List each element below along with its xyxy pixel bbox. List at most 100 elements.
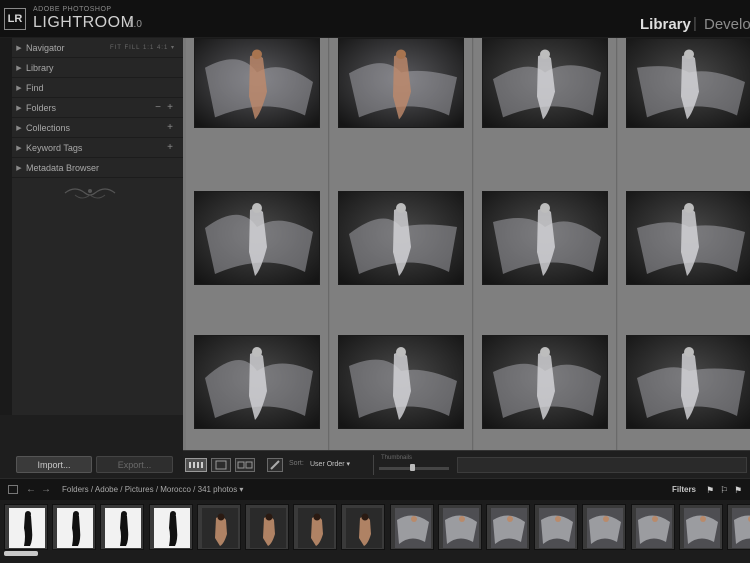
panel-label: Folders [26, 102, 57, 113]
panel-metadata-browser[interactable]: ▶ Metadata Browser [12, 158, 183, 178]
photo-thumbnail[interactable] [338, 38, 464, 128]
filmstrip-thumbnail[interactable] [437, 504, 482, 550]
filmstrip-thumbnail[interactable] [293, 504, 338, 550]
filmstrip-thumbnail[interactable] [534, 504, 579, 550]
photo-thumbnail[interactable] [194, 38, 320, 128]
filmstrip-thumbnail[interactable] [100, 504, 145, 550]
filmstrip-thumbnail[interactable] [630, 504, 675, 550]
filmstrip-thumbnail[interactable] [52, 504, 97, 550]
expand-triangle-icon: ▶ [16, 64, 22, 72]
grid-cell[interactable] [474, 167, 617, 312]
module-develop-tab[interactable]: Develo [704, 16, 750, 33]
grid-cell[interactable] [186, 38, 329, 168]
filmstrip-header: ← → Folders / Adobe / Pictures / Morocco… [0, 478, 750, 500]
left-panel-edge[interactable] [0, 38, 12, 478]
expand-triangle-icon: ▶ [16, 164, 22, 172]
import-button[interactable]: Import... [16, 456, 92, 473]
filmstrip-thumbnail[interactable] [727, 504, 750, 550]
filmstrip-thumbnail[interactable] [486, 504, 530, 550]
thumbnails-label: Thumbnails [381, 455, 413, 461]
grid-cell[interactable] [186, 167, 329, 312]
filmstrip-thumbnail[interactable] [245, 504, 289, 550]
filmstrip-thumbnail[interactable] [582, 504, 627, 550]
filmstrip-image [153, 508, 190, 548]
filmstrip-scrollbar[interactable] [4, 551, 38, 556]
add-folder-button[interactable]: + [167, 102, 173, 113]
filters-label[interactable]: Filters [672, 485, 696, 494]
filmstrip-thumbnail[interactable] [148, 504, 193, 550]
export-button[interactable]: Export... [96, 456, 173, 473]
loupe-view-icon[interactable] [211, 458, 231, 472]
grid-cell[interactable] [330, 311, 473, 450]
panel-label: Navigator [26, 42, 65, 53]
module-library-tab[interactable]: Library [640, 16, 691, 33]
panel-navigator[interactable]: ▶ Navigator FIT FILL 1:1 4:1 ▾ [12, 38, 183, 58]
panel-end-ornament-icon [64, 188, 116, 199]
version-label: 1.0 [128, 19, 142, 30]
flag-filter-icon[interactable]: ⚑ [706, 485, 714, 496]
grid-cell[interactable] [618, 167, 750, 312]
grid-view-icon[interactable] [185, 458, 207, 472]
expand-triangle-icon: ▶ [16, 144, 22, 152]
forward-arrow-icon[interactable]: → [41, 484, 51, 495]
panel-list: ▶ Navigator FIT FILL 1:1 4:1 ▾ ▶ Library… [12, 38, 183, 178]
expand-triangle-icon: ▶ [16, 104, 22, 112]
panel-find[interactable]: ▶ Find [12, 78, 183, 98]
grid-cell[interactable] [618, 38, 750, 168]
filmstrip-thumbnail[interactable] [341, 504, 386, 550]
filmstrip-image [442, 508, 479, 548]
filmstrip-thumbnail[interactable] [678, 504, 723, 550]
grid-cell[interactable] [474, 38, 617, 168]
compare-view-icon[interactable] [235, 458, 255, 472]
sort-order-select[interactable]: User Order ▾ [310, 460, 350, 468]
grid-cell[interactable] [330, 38, 473, 168]
add-keyword-button[interactable]: + [167, 142, 173, 153]
grid-cell[interactable] [330, 167, 473, 312]
filmstrip-thumbnail[interactable] [4, 504, 48, 550]
filmstrip-image [587, 508, 624, 548]
navigator-zoom-options[interactable]: FIT FILL 1:1 4:1 ▾ [110, 44, 175, 51]
filmstrip-image [635, 508, 672, 548]
photo-thumbnail[interactable] [626, 38, 750, 128]
grid-cell[interactable] [618, 311, 750, 450]
brand-title: LIGHTROOM [33, 14, 135, 31]
toolbar-divider [373, 455, 374, 475]
photo-thumbnail[interactable] [482, 191, 608, 285]
grid-cell[interactable] [474, 311, 617, 450]
thumbnail-size-slider-knob[interactable] [410, 464, 416, 471]
filmstrip-image [539, 508, 576, 548]
filmstrip-thumbnail[interactable] [196, 504, 241, 550]
expand-triangle-icon: ▶ [16, 84, 22, 92]
photo-thumbnail[interactable] [338, 191, 464, 285]
grid-toggle-icon[interactable] [8, 485, 18, 494]
source-path-breadcrumb[interactable]: Folders / Adobe / Pictures / Morocco / 3… [62, 485, 243, 494]
panel-folders[interactable]: ▶ Folders − + [12, 98, 183, 118]
photo-thumbnail[interactable] [482, 38, 608, 128]
sort-label: Sort: [289, 460, 304, 467]
filmstrip-image [298, 508, 335, 548]
panel-label: Metadata Browser [26, 162, 100, 173]
module-separator: | [693, 15, 697, 32]
filmstrip-image [491, 508, 527, 548]
flag-filter-icon[interactable]: ⚑ [734, 485, 742, 496]
photo-thumbnail[interactable] [626, 335, 750, 429]
minus-icon[interactable]: − [155, 102, 161, 113]
filmstrip-thumbnail[interactable] [389, 504, 434, 550]
grid-cell[interactable] [186, 311, 329, 450]
photo-thumbnail[interactable] [482, 335, 608, 429]
filmstrip-image [105, 508, 142, 548]
panel-library[interactable]: ▶ Library [12, 58, 183, 78]
photo-thumbnail[interactable] [338, 335, 464, 429]
panel-label: Collections [26, 122, 71, 133]
photo-thumbnail[interactable] [194, 191, 320, 285]
panel-collections[interactable]: ▶ Collections + [12, 118, 183, 138]
top-bar: LR ADOBE PHOTOSHOP LIGHTROOM 1.0 Library… [0, 0, 750, 38]
panel-keyword-tags[interactable]: ▶ Keyword Tags + [12, 138, 183, 158]
add-collection-button[interactable]: + [167, 122, 173, 133]
panel-label: Library [26, 62, 54, 73]
painter-icon[interactable] [267, 458, 283, 472]
flag-filter-icon[interactable]: ⚐ [720, 485, 728, 496]
back-arrow-icon[interactable]: ← [26, 484, 36, 495]
photo-thumbnail[interactable] [194, 335, 320, 429]
photo-thumbnail[interactable] [626, 191, 750, 285]
